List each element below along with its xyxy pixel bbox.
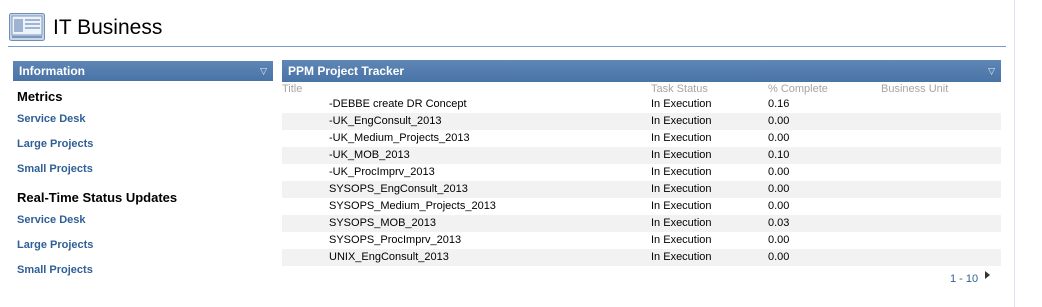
column-header-business-unit[interactable]: Business Unit — [881, 82, 1001, 96]
status-link-small-projects[interactable]: Small Projects — [17, 264, 273, 276]
page-header: IT Business — [8, 10, 1006, 47]
table-row[interactable]: -UK_ProcImprv_2013 In Execution 0.00 — [282, 164, 1001, 181]
next-page-icon[interactable] — [985, 271, 990, 279]
business-unit — [881, 130, 1001, 147]
chevron-down-icon[interactable]: ▽ — [988, 60, 995, 82]
page-title: IT Business — [53, 16, 163, 39]
task-status: In Execution — [651, 98, 712, 110]
project-title[interactable]: -UK_EngConsult_2013 — [282, 113, 651, 130]
project-title[interactable]: -UK_MOB_2013 — [282, 147, 651, 164]
project-title[interactable]: -UK_ProcImprv_2013 — [282, 164, 651, 181]
tracker-panel-header[interactable]: PPM Project Tracker ▽ — [282, 60, 1001, 82]
pagination-range: 1 - 10 — [950, 273, 979, 285]
business-unit — [881, 249, 1001, 266]
project-table: Title Task Status % Complete Business Un… — [282, 82, 1001, 266]
percent-complete: 0.00 — [768, 166, 790, 178]
business-unit — [881, 164, 1001, 181]
information-panel: Information ▽ Metrics Service Desk Large… — [13, 61, 273, 307]
status-link-service-desk[interactable]: Service Desk — [17, 214, 273, 226]
percent-complete: 0.00 — [768, 234, 790, 246]
task-status: In Execution — [651, 234, 712, 246]
business-unit — [881, 181, 1001, 198]
status-updates-heading: Real-Time Status Updates — [17, 190, 178, 205]
task-status: In Execution — [651, 132, 712, 144]
table-row[interactable]: -UK_MOB_2013 In Execution 0.10 — [282, 147, 1001, 164]
metrics-link-small-projects[interactable]: Small Projects — [17, 163, 273, 175]
project-title[interactable]: SYSOPS_EngConsult_2013 — [282, 181, 651, 198]
tracker-panel-title: PPM Project Tracker — [288, 64, 405, 78]
information-panel-title: Information — [19, 64, 85, 78]
metrics-link-large-projects[interactable]: Large Projects — [17, 138, 273, 150]
project-title[interactable]: UNIX_EngConsult_2013 — [282, 249, 651, 266]
table-header-row: Title Task Status % Complete Business Un… — [282, 82, 1001, 96]
table-row[interactable]: SYSOPS_Medium_Projects_2013 In Execution… — [282, 198, 1001, 215]
project-title[interactable]: SYSOPS_ProcImprv_2013 — [282, 232, 651, 249]
project-title[interactable]: SYSOPS_Medium_Projects_2013 — [282, 198, 651, 215]
task-status: In Execution — [651, 215, 768, 232]
percent-complete: 0.10 — [768, 147, 881, 164]
information-panel-header[interactable]: Information ▽ — [13, 61, 273, 81]
status-link-large-projects[interactable]: Large Projects — [17, 239, 273, 251]
task-status: In Execution — [651, 166, 712, 178]
project-title[interactable]: -UK_Medium_Projects_2013 — [282, 130, 651, 147]
column-header-percent-complete[interactable]: % Complete — [768, 82, 881, 96]
column-header-title[interactable]: Title — [282, 82, 651, 96]
project-title[interactable]: SYSOPS_MOB_2013 — [282, 215, 651, 232]
task-status: In Execution — [651, 113, 768, 130]
table-row[interactable]: -UK_EngConsult_2013 In Execution 0.00 — [282, 113, 1001, 130]
metrics-heading: Metrics — [17, 89, 63, 104]
project-title[interactable]: -DEBBE create DR Concept — [282, 96, 651, 113]
column-header-task-status[interactable]: Task Status — [651, 82, 768, 96]
site-logo-icon — [9, 13, 45, 41]
task-status: In Execution — [651, 200, 712, 212]
business-unit — [881, 147, 1001, 164]
percent-complete: 0.16 — [768, 98, 790, 110]
task-status: In Execution — [651, 147, 768, 164]
table-row[interactable]: SYSOPS_MOB_2013 In Execution 0.03 — [282, 215, 1001, 232]
percent-complete: 0.03 — [768, 215, 881, 232]
percent-complete: 0.00 — [768, 181, 881, 198]
chevron-down-icon[interactable]: ▽ — [260, 61, 267, 81]
table-row[interactable]: SYSOPS_EngConsult_2013 In Execution 0.00 — [282, 181, 1001, 198]
business-unit — [881, 215, 1001, 232]
business-unit — [881, 232, 1001, 249]
business-unit — [881, 113, 1001, 130]
table-row[interactable]: -UK_Medium_Projects_2013 In Execution 0.… — [282, 130, 1001, 147]
metrics-link-service-desk[interactable]: Service Desk — [17, 113, 273, 125]
business-unit — [881, 96, 1001, 113]
table-row[interactable]: SYSOPS_ProcImprv_2013 In Execution 0.00 — [282, 232, 1001, 249]
table-row[interactable]: UNIX_EngConsult_2013 In Execution 0.00 — [282, 249, 1001, 266]
task-status: In Execution — [651, 249, 768, 266]
business-unit — [881, 198, 1001, 215]
page-divider — [1014, 0, 1015, 307]
task-status: In Execution — [651, 181, 768, 198]
ppm-project-tracker-panel: PPM Project Tracker ▽ Title Task Status … — [282, 60, 1001, 290]
percent-complete: 0.00 — [768, 113, 881, 130]
percent-complete: 0.00 — [768, 249, 881, 266]
table-row[interactable]: -DEBBE create DR Concept In Execution 0.… — [282, 96, 1001, 113]
percent-complete: 0.00 — [768, 132, 790, 144]
percent-complete: 0.00 — [768, 200, 790, 212]
